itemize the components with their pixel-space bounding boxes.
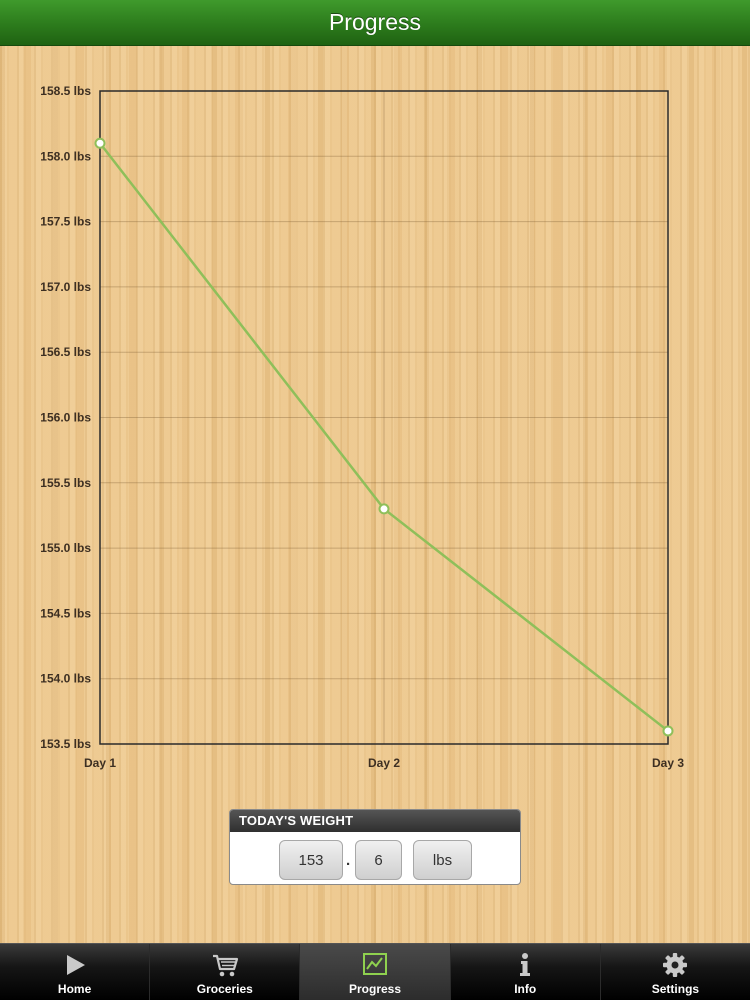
- y-tick-label: 156.0 lbs: [40, 411, 91, 425]
- play-icon: [66, 955, 85, 975]
- y-tick-label: 153.5 lbs: [40, 737, 91, 751]
- data-point: [94, 137, 106, 149]
- info-icon: [520, 953, 531, 976]
- x-tick-label: Day 3: [652, 756, 684, 770]
- y-tick-label: 157.5 lbs: [40, 215, 91, 229]
- y-tick-label: 158.0 lbs: [40, 149, 91, 163]
- title-bar: Progress: [0, 0, 750, 46]
- y-tick-label: 154.0 lbs: [40, 672, 91, 686]
- weight-unit-picker[interactable]: lbs: [413, 840, 472, 880]
- cart-icon: [212, 954, 238, 977]
- tab-settings-label: Settings: [651, 982, 700, 996]
- tab-home[interactable]: Home: [0, 944, 151, 1000]
- x-tick-label: Day 1: [84, 756, 116, 770]
- tab-progress-label: Progress: [348, 982, 402, 996]
- y-tick-label: 156.5 lbs: [40, 345, 91, 359]
- y-tick-label: 157.0 lbs: [40, 280, 91, 294]
- data-point: [378, 503, 390, 515]
- tab-bar: Home Groceries Progress Info Settings: [0, 943, 750, 1000]
- weight-decimal-picker[interactable]: 6: [355, 840, 402, 880]
- tab-groceries[interactable]: Groceries: [150, 944, 301, 1000]
- data-point: [662, 725, 674, 737]
- tab-groceries-label: Groceries: [196, 982, 253, 996]
- y-tick-label: 155.5 lbs: [40, 476, 91, 490]
- tab-info[interactable]: Info: [451, 944, 601, 1000]
- tab-settings[interactable]: Settings: [601, 944, 750, 1000]
- todays-weight-header: TODAY'S WEIGHT: [230, 810, 520, 832]
- weight-chart: 153.5 lbs 154.0 lbs 154.5 lbs 155.0 lbs 155.…: [40, 84, 684, 770]
- tab-home-label: Home: [57, 982, 92, 996]
- weight-decimal-separator: .: [346, 852, 351, 869]
- weight-whole-picker[interactable]: 153: [279, 840, 343, 880]
- x-tick-label: Day 2: [368, 756, 400, 770]
- todays-weight-panel: TODAY'S WEIGHT 153 . 6 lbs: [229, 809, 521, 885]
- page-title: Progress: [328, 9, 422, 35]
- y-tick-label: 154.5 lbs: [40, 606, 91, 620]
- y-tick-label: 158.5 lbs: [40, 84, 91, 98]
- chart-icon: [363, 953, 387, 975]
- y-tick-label: 155.0 lbs: [40, 541, 91, 555]
- tab-progress[interactable]: Progress: [300, 944, 451, 1000]
- tab-info-label: Info: [514, 982, 537, 996]
- gear-icon: [663, 953, 688, 977]
